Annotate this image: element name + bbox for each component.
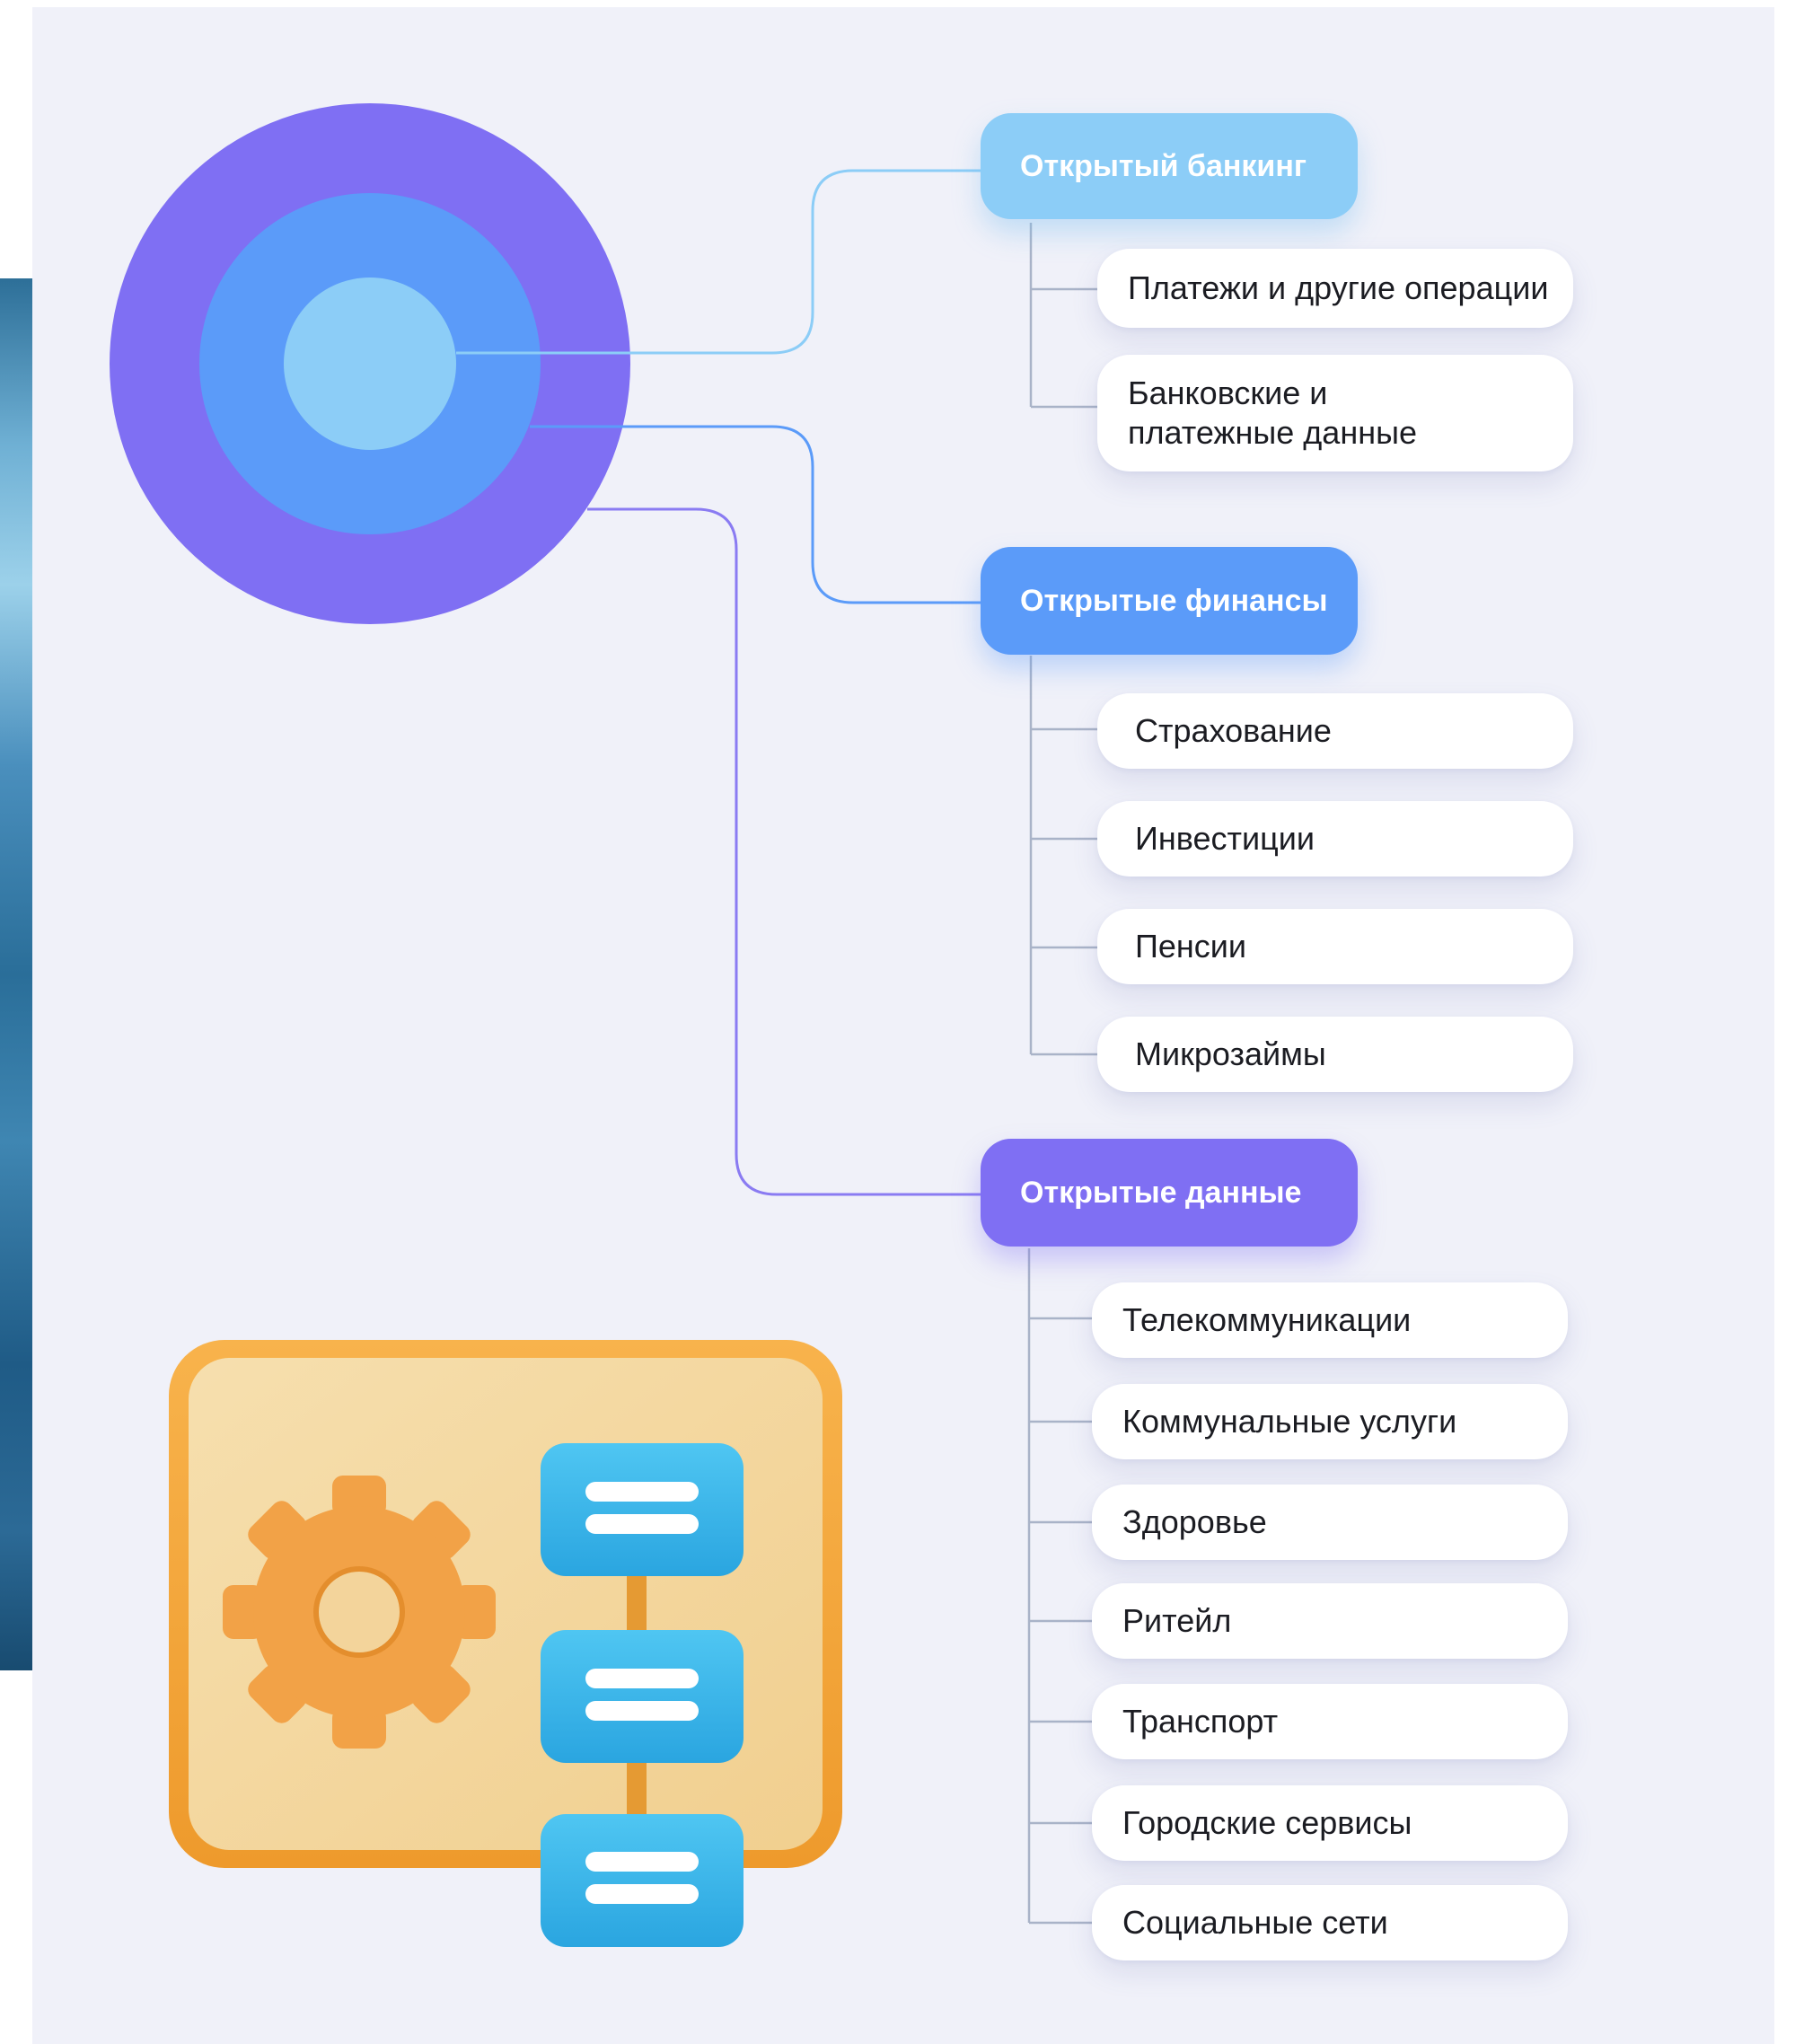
- item-utilities: Коммунальные услуги: [1092, 1384, 1568, 1459]
- item-payments: Платежи и другие операции: [1097, 249, 1573, 328]
- item-insurance: Страхование: [1097, 693, 1573, 769]
- item-retail: Ритейл: [1092, 1583, 1568, 1659]
- item-social-networks: Социальные сети: [1092, 1885, 1568, 1960]
- tree-banking: [1029, 223, 1097, 409]
- category-open-finance: Открытые финансы: [981, 547, 1358, 655]
- tree-data: [1027, 1248, 1092, 1925]
- item-telecom: Телекоммуникации: [1092, 1282, 1568, 1358]
- item-health: Здоровье: [1092, 1485, 1568, 1560]
- category-open-banking: Открытый банкинг: [981, 113, 1358, 219]
- tree-finance: [1029, 656, 1097, 1056]
- connector-data: [587, 507, 981, 1196]
- item-banking-data: Банковские и платежные данные: [1097, 355, 1573, 471]
- settings-board-illustration: [169, 1340, 842, 1947]
- inner-circle: [284, 278, 456, 450]
- gear-icon: [223, 1476, 496, 1749]
- list-card-icon: [541, 1814, 744, 1947]
- list-card-icon: [541, 1630, 744, 1763]
- item-city-services: Городские сервисы: [1092, 1785, 1568, 1861]
- category-open-data: Открытые данные: [981, 1139, 1358, 1247]
- list-card-icon: [541, 1443, 744, 1576]
- item-microloans: Микрозаймы: [1097, 1017, 1573, 1092]
- item-pensions: Пенсии: [1097, 909, 1573, 984]
- item-transport: Транспорт: [1092, 1684, 1568, 1759]
- item-investments: Инвестиции: [1097, 801, 1573, 877]
